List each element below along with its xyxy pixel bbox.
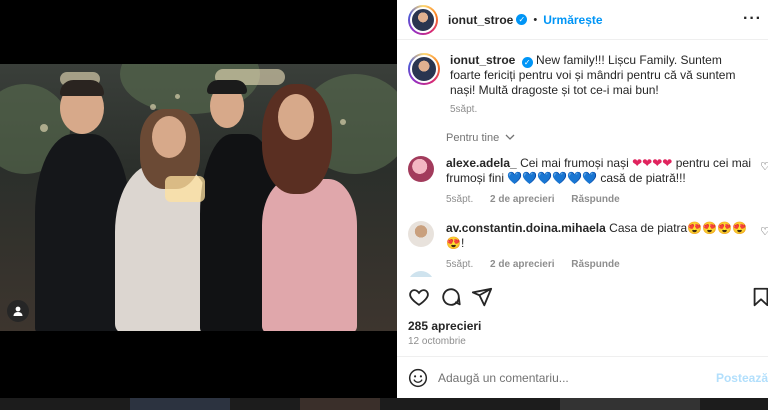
background-feed-strip bbox=[0, 398, 768, 410]
caption-time[interactable]: 5săpt. bbox=[450, 104, 477, 115]
follow-button[interactable]: Urmărește bbox=[543, 13, 602, 27]
bookmark-icon[interactable] bbox=[750, 286, 768, 308]
reply-button[interactable]: Răspunde bbox=[571, 259, 619, 270]
post-caption: ionut_stroe ✓ New family!!! Lișcu Family… bbox=[408, 53, 758, 117]
comment-filter-dropdown[interactable]: Pentru tine bbox=[446, 132, 515, 144]
comment-text: Cei mai frumoși nași bbox=[520, 156, 629, 170]
comment-time[interactable]: 5săpt. bbox=[446, 194, 473, 205]
more-horizontal-icon[interactable]: ··· bbox=[743, 10, 762, 28]
post-actions bbox=[408, 286, 768, 310]
tagged-users-icon[interactable] bbox=[7, 300, 29, 322]
commenter-avatar[interactable] bbox=[408, 156, 434, 182]
comment-likes[interactable]: 2 de aprecieri bbox=[490, 194, 554, 205]
caption-avatar[interactable] bbox=[408, 53, 440, 85]
author-avatar[interactable] bbox=[408, 4, 438, 35]
verified-badge-icon: ✓ bbox=[521, 57, 533, 68]
post-photo[interactable] bbox=[0, 64, 397, 331]
add-comment-bar: Postează bbox=[397, 356, 768, 398]
post-header: ionut_stroe ✓ • Urmărește ··· bbox=[397, 0, 768, 40]
comment-text: ! bbox=[460, 236, 465, 250]
comment-likes[interactable]: 2 de aprecieri bbox=[490, 259, 554, 270]
like-comment-heart-icon[interactable]: ♡ bbox=[760, 225, 768, 238]
verified-badge-icon: ✓ bbox=[516, 14, 528, 25]
post-date[interactable]: 12 octombrie bbox=[408, 336, 466, 347]
heart-icon[interactable] bbox=[408, 286, 430, 308]
red-hearts-emoji: ❤❤❤❤ bbox=[632, 156, 673, 170]
author-username[interactable]: ionut_stroe bbox=[448, 13, 513, 27]
commenter-avatar[interactable] bbox=[408, 221, 434, 247]
comment-input[interactable] bbox=[438, 370, 718, 385]
like-comment-heart-icon[interactable]: ♡ bbox=[760, 160, 768, 173]
comment-text: Casa de piatra bbox=[609, 221, 688, 235]
blue-hearts-emoji: 💙💙💙💙💙💙 bbox=[507, 171, 598, 185]
comment-item: alexe.adela_ Cei mai frumoși nași ❤❤❤❤ p… bbox=[408, 156, 768, 207]
comment-text: casă de piatră!!! bbox=[600, 171, 686, 185]
caption-username[interactable]: ionut_stroe bbox=[450, 53, 515, 67]
comments-list[interactable]: ionut_stroe ✓ New family!!! Lișcu Family… bbox=[397, 41, 768, 277]
chevron-down-icon bbox=[505, 134, 515, 140]
filter-label: Pentru tine bbox=[446, 132, 500, 144]
reply-button[interactable]: Răspunde bbox=[571, 194, 619, 205]
commenter-username[interactable]: av.constantin.doina.mihaela bbox=[446, 221, 606, 235]
comment-icon[interactable] bbox=[440, 286, 462, 308]
post-comment-button[interactable]: Postează bbox=[716, 371, 768, 385]
emoji-icon[interactable] bbox=[408, 368, 428, 388]
likes-count[interactable]: 285 aprecieri bbox=[408, 319, 481, 333]
commenter-username[interactable]: alexe.adela_ bbox=[446, 156, 517, 170]
share-icon[interactable] bbox=[471, 286, 493, 308]
separator-dot: • bbox=[533, 13, 538, 26]
comment-time[interactable]: 5săpt. bbox=[446, 259, 473, 270]
comment-item: av.constantin.doina.mihaela Casa de piat… bbox=[408, 221, 768, 272]
post-media-pane bbox=[0, 0, 397, 398]
post-side-panel: ionut_stroe ✓ • Urmărește ··· ionut_stro… bbox=[397, 0, 768, 398]
